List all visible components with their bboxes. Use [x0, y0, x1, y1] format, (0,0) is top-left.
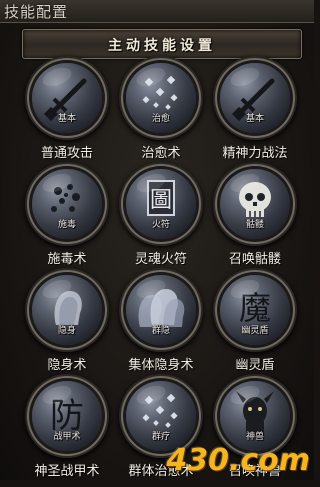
skill-slot[interactable]: 施毒 施毒术: [22, 169, 116, 275]
skill-tag: 神兽: [245, 432, 264, 442]
skill-grid: 基本 普通攻击 治愈 治愈术 基本 精神力战法 施毒 施毒术圖火符 灵魂火符 骷髅 召唤骷髅 隐身 隐身…: [22, 63, 304, 480]
skill-tag: 火符: [151, 220, 170, 230]
panel-header: 主动技能设置: [22, 29, 302, 59]
skill-tag: 隐身: [57, 326, 76, 336]
skill-config-window: 技能配置 主动技能设置 神话 基本普通攻击治愈治愈术基本精神力战法施毒施毒术圖火…: [0, 0, 314, 480]
title-bar: 技能配置: [0, 0, 314, 23]
skill-orb-button[interactable]: 治愈: [126, 63, 196, 133]
panel-title: 主动技能设置: [108, 38, 216, 54]
skill-name: 普通攻击: [40, 146, 93, 161]
skill-orb-button[interactable]: 防战甲术: [32, 381, 102, 451]
skill-slot[interactable]: 隐身 隐身术: [22, 275, 116, 381]
skill-slot[interactable]: 基本 精神力战法: [210, 63, 304, 169]
skill-slot[interactable]: 基本 普通攻击: [22, 63, 116, 169]
skill-name: 召唤骷髅: [228, 252, 281, 267]
skill-slot[interactable]: 骷髅 召唤骷髅: [210, 169, 304, 275]
skill-orb-button[interactable]: 基本: [32, 63, 102, 133]
skill-orb-button[interactable]: 隐身: [32, 275, 102, 345]
window-title: 技能配置: [4, 3, 69, 21]
skill-tag: 群疗: [151, 432, 170, 442]
svg-text:魔: 魔: [239, 289, 271, 327]
skill-slot[interactable]: 治愈 治愈术: [116, 63, 210, 169]
skill-tag: 群隐: [151, 326, 170, 336]
skill-name: 集体隐身术: [128, 358, 194, 373]
skill-name: 隐身术: [47, 358, 87, 373]
skill-slot[interactable]: 魔幽灵盾 幽灵盾: [210, 275, 304, 381]
skill-slot[interactable]: 防战甲术 神圣战甲术: [22, 381, 116, 487]
site-watermark: 430.com: [166, 443, 310, 478]
skill-name: 幽灵盾: [235, 358, 275, 373]
skill-name: 精神力战法: [222, 146, 288, 161]
skill-tag: 基本: [57, 114, 76, 124]
skill-orb-button[interactable]: 骷髅: [220, 169, 290, 239]
skill-tag: 施毒: [57, 220, 76, 230]
skill-orb-button[interactable]: 魔幽灵盾: [220, 275, 290, 345]
skill-name: 治愈术: [141, 146, 181, 161]
skill-orb-button[interactable]: 群隐: [126, 275, 196, 345]
skill-orb-button[interactable]: 施毒: [32, 169, 102, 239]
skill-orb-button[interactable]: 神兽: [220, 381, 290, 451]
skill-tag: 战甲术: [53, 432, 81, 442]
skill-slot[interactable]: 群隐 集体隐身术: [116, 275, 210, 381]
skill-tag: 治愈: [151, 114, 170, 124]
skill-name: 施毒术: [47, 252, 87, 267]
skill-tag: 基本: [245, 114, 264, 124]
skill-tag: 骷髅: [245, 220, 264, 230]
skill-name: 神圣战甲术: [34, 464, 100, 479]
skill-tag: 幽灵盾: [241, 326, 269, 336]
svg-text:圖: 圖: [150, 188, 172, 213]
skill-orb-button[interactable]: 圖火符: [126, 169, 196, 239]
skill-orb-button[interactable]: 群疗: [126, 381, 196, 451]
skill-slot[interactable]: 圖火符 灵魂火符: [116, 169, 210, 275]
skill-name: 灵魂火符: [134, 252, 187, 267]
skill-orb-button[interactable]: 基本: [220, 63, 290, 133]
